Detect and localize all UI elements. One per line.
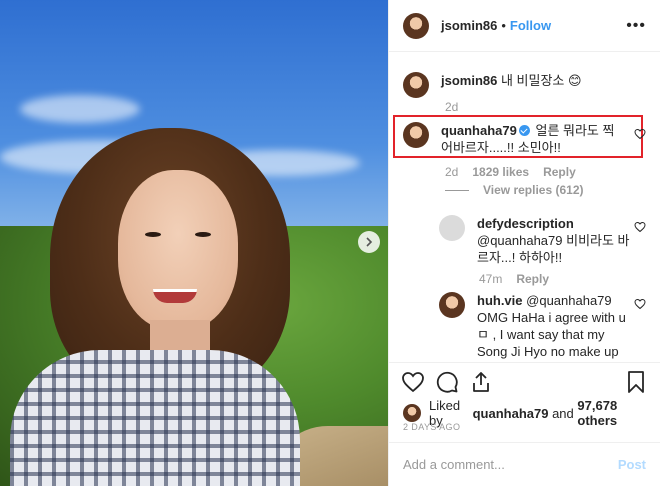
view-replies-button[interactable]: View replies (612): [445, 183, 584, 197]
post-comment-button[interactable]: Post: [618, 457, 646, 472]
author-avatar[interactable]: [403, 12, 429, 39]
comment-username[interactable]: quanhaha79: [441, 123, 517, 138]
reply-button[interactable]: Reply: [543, 165, 576, 179]
comment-meta: 2d 1829 likes Reply: [445, 165, 576, 179]
comment-time: 2d: [445, 165, 459, 179]
caption-text-block: jsomin86 내 비밀장소 😊: [441, 72, 582, 98]
comment-text-block: quanhaha79 얼른 뭐라도 찍어바르자.....!! 소민아!!: [441, 122, 621, 156]
comment-bubble-icon[interactable]: [435, 370, 459, 394]
liker-username[interactable]: quanhaha79: [473, 406, 549, 421]
liker-avatar[interactable]: [403, 404, 421, 422]
likes-and: and: [552, 405, 574, 421]
post-sidebar: jsomin86 • Follow ••• jsomin86 내 비밀장소 😊 …: [388, 0, 660, 486]
reply-meta: 47m Reply: [479, 272, 549, 286]
post-actions: [389, 362, 660, 400]
chevron-right-icon: [366, 237, 373, 247]
caption-text: 내 비밀장소 😊: [500, 73, 582, 88]
likes-others[interactable]: 97,678 others: [577, 398, 646, 428]
photo-shirt: [10, 350, 300, 486]
post-header: jsomin86 • Follow •••: [389, 0, 660, 52]
caption-avatar[interactable]: [403, 72, 429, 98]
caption-time: 2d: [445, 100, 459, 114]
caption: jsomin86 내 비밀장소 😊: [403, 72, 646, 98]
like-comment-heart-icon[interactable]: [634, 128, 646, 140]
like-heart-icon[interactable]: [401, 370, 425, 394]
author-username[interactable]: jsomin86: [441, 18, 497, 33]
caption-username[interactable]: jsomin86: [441, 73, 497, 88]
header-separator: •: [501, 18, 506, 33]
add-comment-bar: Post: [389, 442, 660, 486]
reply-item: huh.vie @quanhaha79 OMG HaHa i agree wit…: [439, 292, 646, 362]
comment-avatar[interactable]: [403, 122, 429, 148]
comment-input[interactable]: [403, 457, 618, 472]
reply-time: 47m: [479, 272, 503, 286]
post-photo[interactable]: [0, 0, 388, 486]
comment-likes[interactable]: 1829 likes: [472, 165, 529, 179]
photo-cloud: [20, 95, 140, 123]
comment-item: quanhaha79 얼른 뭐라도 찍어바르자.....!! 소민아!!: [403, 122, 646, 156]
reply-item: defydescription @quanhaha79 비비라도 바르자...!…: [439, 215, 646, 266]
follow-button[interactable]: Follow: [510, 18, 551, 33]
photo-eye-right: [195, 232, 211, 237]
reply-text: @quanhaha79 비비라도 바르자...! 하하아!!: [477, 233, 630, 265]
reply-avatar-default[interactable]: [439, 215, 465, 241]
post-timestamp: 2 DAYS AGO: [403, 422, 461, 432]
next-photo-button[interactable]: [358, 231, 380, 253]
reply-text-block: huh.vie @quanhaha79 OMG HaHa i agree wit…: [477, 292, 637, 362]
reply-avatar[interactable]: [439, 292, 465, 318]
replies-divider: [445, 190, 469, 192]
bookmark-icon[interactable]: [624, 370, 648, 394]
photo-eye-left: [145, 232, 161, 237]
reply-text-block: defydescription @quanhaha79 비비라도 바르자...!…: [477, 215, 637, 266]
reply-username[interactable]: huh.vie: [477, 293, 523, 308]
reply-username[interactable]: defydescription: [477, 216, 574, 231]
verified-badge-icon: [518, 125, 530, 136]
reply-button[interactable]: Reply: [516, 272, 549, 286]
comments-list[interactable]: jsomin86 내 비밀장소 😊 2d quanhaha79 얼른 뭐라도 찍…: [389, 52, 660, 362]
photo-face: [118, 170, 238, 330]
share-icon[interactable]: [469, 370, 493, 394]
view-replies-label: View replies (612): [483, 183, 584, 197]
like-reply-heart-icon[interactable]: [634, 298, 646, 310]
like-reply-heart-icon[interactable]: [634, 221, 646, 233]
more-options-icon[interactable]: •••: [626, 17, 646, 35]
